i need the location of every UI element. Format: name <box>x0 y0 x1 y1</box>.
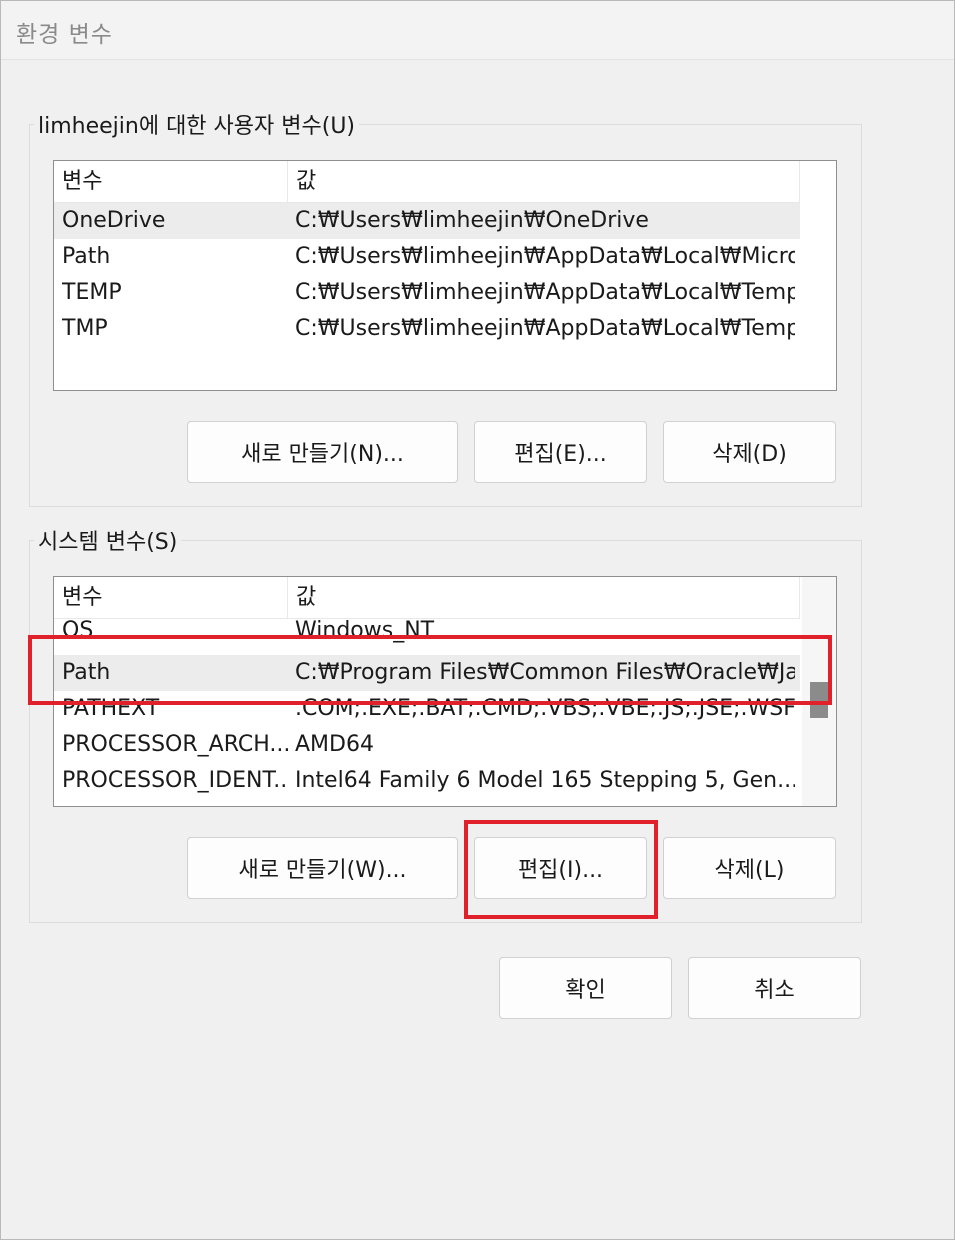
table-row[interactable]: TMP C:₩Users₩limheejin₩AppData₩Local₩Tem… <box>54 311 800 347</box>
table-row[interactable]: Path C:₩Program Files₩Common Files₩Oracl… <box>54 655 800 691</box>
table-row[interactable]: Path C:₩Users₩limheejin₩AppData₩Local₩Mi… <box>54 239 800 275</box>
variable-value: C:₩Users₩limheejin₩AppData₩Local₩Micro..… <box>295 244 795 269</box>
user-edit-button[interactable]: 편집(E)... <box>474 421 647 483</box>
system-edit-button[interactable]: 편집(I)... <box>474 837 647 899</box>
list-header: 변수 값 <box>54 577 800 619</box>
variable-name: Path <box>62 660 111 685</box>
variable-value: C:₩Users₩limheejin₩AppData₩Local₩Temp <box>295 280 795 305</box>
variable-name: TMP <box>62 316 108 341</box>
title-bar: 환경 변수 <box>1 1 954 60</box>
variable-value: C:₩Users₩limheejin₩AppData₩Local₩Temp <box>295 316 795 341</box>
variable-name: Path <box>62 244 111 269</box>
user-new-button[interactable]: 새로 만들기(N)... <box>187 421 458 483</box>
variable-name: OneDrive <box>62 208 166 233</box>
system-delete-button[interactable]: 삭제(L) <box>663 837 836 899</box>
ok-button[interactable]: 확인 <box>499 957 672 1019</box>
table-row[interactable]: OS Windows_NT <box>54 618 800 653</box>
environment-variables-dialog: 환경 변수 limheejin에 대한 사용자 변수(U) 변수 값 OneDr… <box>0 0 955 1240</box>
vertical-scrollbar[interactable] <box>802 577 836 806</box>
variable-value: AMD64 <box>295 732 374 757</box>
variable-name: PATHEXT <box>62 696 160 721</box>
table-row[interactable]: PROCESSOR_ARCH... AMD64 <box>54 727 800 763</box>
system-variables-group: 시스템 변수(S) 변수 값 OS Windows_NT Path C:₩Pro… <box>29 524 862 923</box>
user-variables-group: limheejin에 대한 사용자 변수(U) 변수 값 OneDrive C:… <box>29 108 862 507</box>
variable-value: .COM;.EXE;.BAT;.CMD;.VBS;.VBE;.JS;.JSE;.… <box>295 696 795 721</box>
system-new-button[interactable]: 새로 만들기(W)... <box>187 837 458 899</box>
user-variables-list[interactable]: 변수 값 OneDrive C:₩Users₩limheejin₩OneDriv… <box>53 160 837 391</box>
scrollbar-thumb[interactable] <box>810 682 828 718</box>
column-header-name[interactable]: 변수 <box>54 577 288 618</box>
cancel-button[interactable]: 취소 <box>688 957 861 1019</box>
variable-value: Windows_NT <box>295 618 435 643</box>
variable-name: PROCESSOR_IDENT... <box>62 768 288 793</box>
list-header: 변수 값 <box>54 161 800 203</box>
system-variables-list[interactable]: 변수 값 OS Windows_NT Path C:₩Program Files… <box>53 576 837 807</box>
table-row[interactable]: TEMP C:₩Users₩limheejin₩AppData₩Local₩Te… <box>54 275 800 311</box>
system-variables-legend: 시스템 변수(S) <box>34 524 182 556</box>
column-header-name[interactable]: 변수 <box>54 161 288 202</box>
variable-name: OS <box>62 618 94 643</box>
variable-value: Intel64 Family 6 Model 165 Stepping 5, G… <box>295 768 795 793</box>
column-header-value[interactable]: 값 <box>288 161 800 202</box>
window-title: 환경 변수 <box>16 22 113 48</box>
user-delete-button[interactable]: 삭제(D) <box>663 421 836 483</box>
variable-name: PROCESSOR_ARCH... <box>62 732 288 757</box>
user-variables-legend: limheejin에 대한 사용자 변수(U) <box>34 108 360 140</box>
table-row[interactable]: PROCESSOR_IDENT... Intel64 Family 6 Mode… <box>54 763 800 799</box>
variable-value: C:₩Users₩limheejin₩OneDrive <box>295 208 649 233</box>
table-row[interactable]: PATHEXT .COM;.EXE;.BAT;.CMD;.VBS;.VBE;.J… <box>54 691 800 727</box>
variable-value: C:₩Program Files₩Common Files₩Oracle₩Ja.… <box>295 660 795 685</box>
table-row[interactable]: OneDrive C:₩Users₩limheejin₩OneDrive <box>54 203 800 239</box>
column-header-value[interactable]: 값 <box>288 577 800 618</box>
variable-name: TEMP <box>62 280 122 305</box>
